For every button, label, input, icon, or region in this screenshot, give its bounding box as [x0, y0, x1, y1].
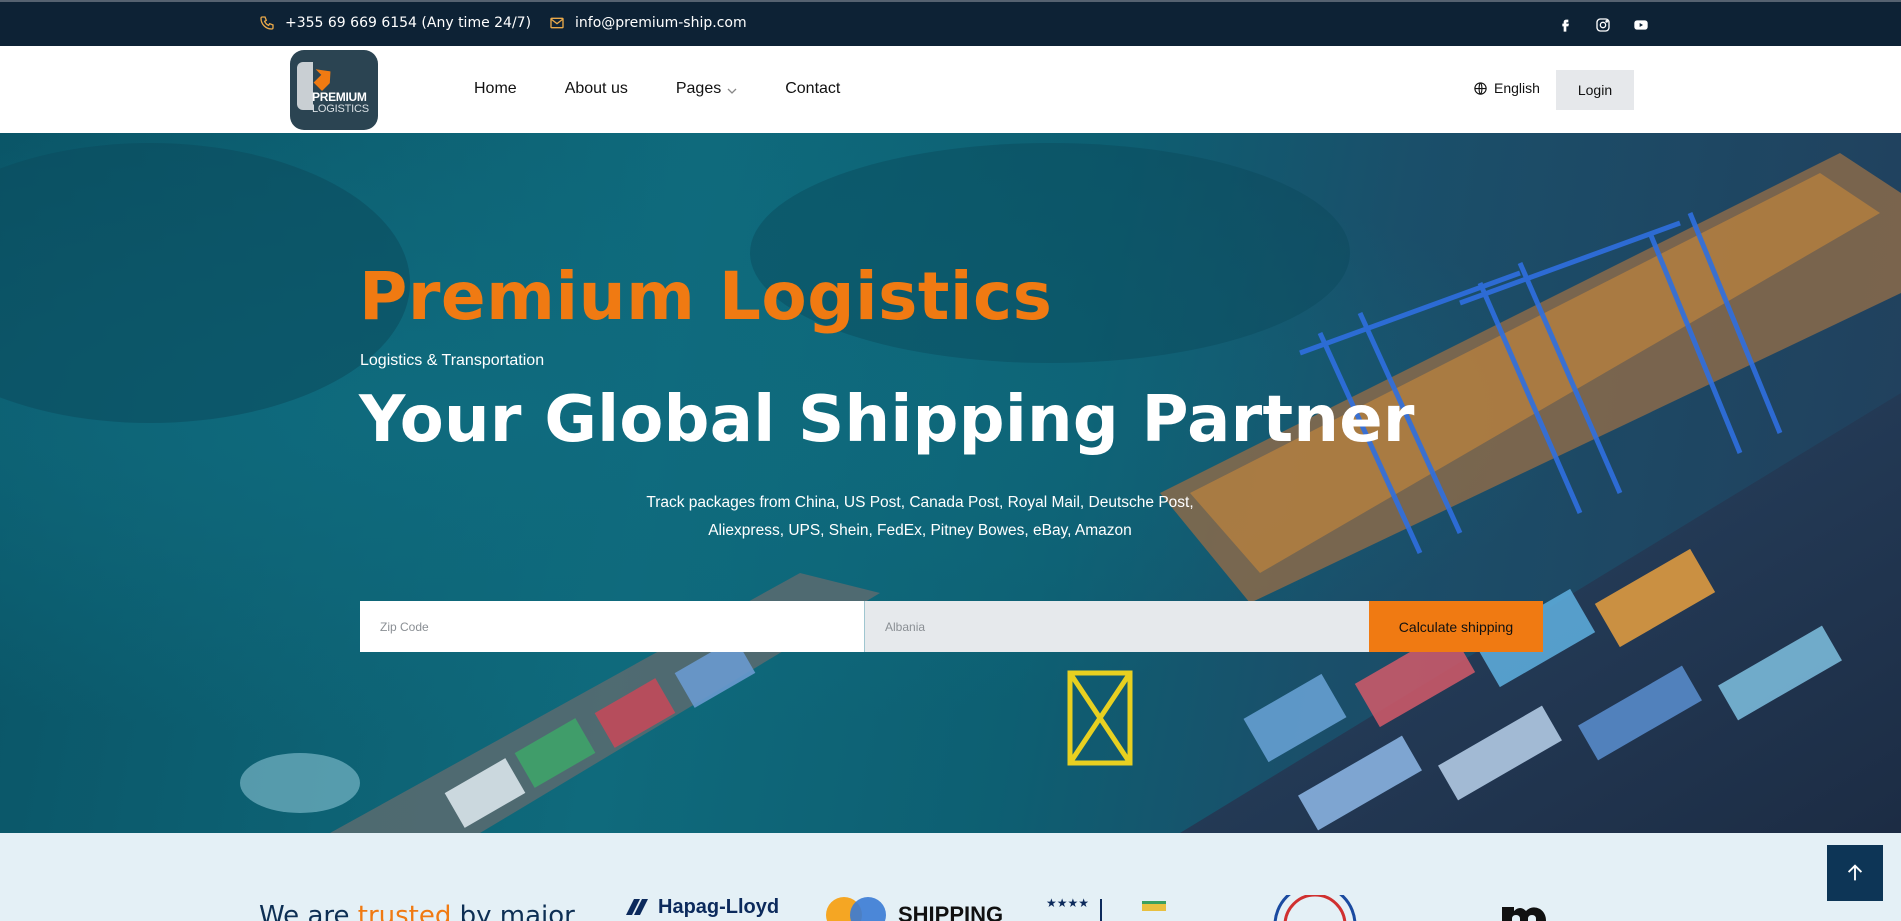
- svg-text:★★★★: ★★★★: [1046, 896, 1089, 910]
- language-label: English: [1494, 80, 1540, 96]
- trusted-prefix: We are: [259, 901, 358, 921]
- partner2-name: SHIPPING: [898, 902, 1004, 921]
- flag-logo-icon: [1142, 901, 1166, 911]
- hero-headline: Your Global Shipping Partner: [359, 383, 1415, 457]
- logo-mark: [297, 62, 313, 110]
- instagram-icon[interactable]: [1595, 17, 1611, 33]
- globe-icon: [1473, 81, 1488, 96]
- youtube-icon[interactable]: [1633, 17, 1649, 33]
- hero-section: Premium Logistics Logistics & Transporta…: [0, 133, 1901, 833]
- nav-pages[interactable]: Pages: [676, 80, 737, 98]
- trusted-heading: We are trusted by major: [259, 901, 575, 921]
- chevron-down-icon: [727, 86, 737, 96]
- m-logo-icon: [1502, 907, 1546, 921]
- logo[interactable]: PREMIUM LOGISTICS: [290, 50, 378, 130]
- partner-logo-stars: ★★★★: [1046, 895, 1170, 921]
- hero-description-line2: Aliexpress, UPS, Shein, FedEx, Pitney Bo…: [708, 522, 1132, 539]
- language-selector[interactable]: English: [1473, 80, 1540, 96]
- email-contact[interactable]: info@premium-ship.com: [549, 15, 747, 31]
- nav-contact[interactable]: Contact: [785, 80, 840, 98]
- shipping-logo-icon: [824, 895, 894, 921]
- back-to-top-button[interactable]: [1827, 845, 1883, 901]
- stars-logo-icon: ★★★★: [1046, 896, 1102, 921]
- login-button[interactable]: Login: [1556, 70, 1634, 110]
- partner-logo-arcs: [1270, 883, 1360, 921]
- hero-description: Track packages from China, US Post, Cana…: [570, 489, 1270, 545]
- nav-pages-label: Pages: [675, 80, 722, 97]
- facebook-icon[interactable]: [1557, 17, 1573, 33]
- trusted-partners-section: We are trusted by major Hapag-Lloyd SHIP…: [0, 833, 1901, 921]
- logo-text-premium: PREMIUM: [312, 90, 367, 104]
- trusted-suffix: by major: [451, 901, 575, 921]
- shipping-calculator-form: Calculate shipping: [360, 601, 1543, 652]
- social-links: [1557, 17, 1649, 33]
- zip-code-input[interactable]: [360, 601, 864, 652]
- nav-home[interactable]: Home: [474, 80, 517, 98]
- hero-title: Premium Logistics: [359, 258, 1053, 335]
- email-address: info@premium-ship.com: [575, 15, 747, 31]
- site-header: PREMIUM LOGISTICS Home About us Pages Co…: [0, 46, 1901, 133]
- hapag-lloyd-icon: [620, 895, 652, 919]
- arrow-up-icon: [1844, 862, 1866, 884]
- top-bar: +355 69 669 6154 (Any time 24/7) info@pr…: [0, 0, 1901, 46]
- country-input[interactable]: [864, 601, 1369, 652]
- calculate-shipping-button[interactable]: Calculate shipping: [1369, 601, 1543, 652]
- logo-text-logistics: LOGISTICS: [312, 103, 369, 115]
- phone-number: +355 69 669 6154 (Any time 24/7): [285, 15, 532, 31]
- trusted-highlight: trusted: [357, 901, 452, 921]
- mail-icon: [549, 15, 565, 31]
- partner1-name: Hapag-Lloyd: [658, 895, 780, 918]
- nav-about[interactable]: About us: [565, 80, 628, 98]
- partner-logo-hapag-lloyd: Hapag-Lloyd: [620, 895, 779, 919]
- hero-background-image: [0, 143, 1901, 833]
- main-nav: Home About us Pages Contact: [474, 80, 840, 98]
- partner-logo-shipping: SHIPPING: [824, 895, 1003, 921]
- phone-icon: [259, 15, 275, 31]
- arcs-logo-icon: [1273, 883, 1357, 921]
- partner-logo-m: [1500, 891, 1550, 921]
- hero-subtitle: Logistics & Transportation: [360, 352, 545, 369]
- hero-description-line1: Track packages from China, US Post, Cana…: [646, 494, 1194, 511]
- phone-contact[interactable]: +355 69 669 6154 (Any time 24/7): [259, 15, 531, 31]
